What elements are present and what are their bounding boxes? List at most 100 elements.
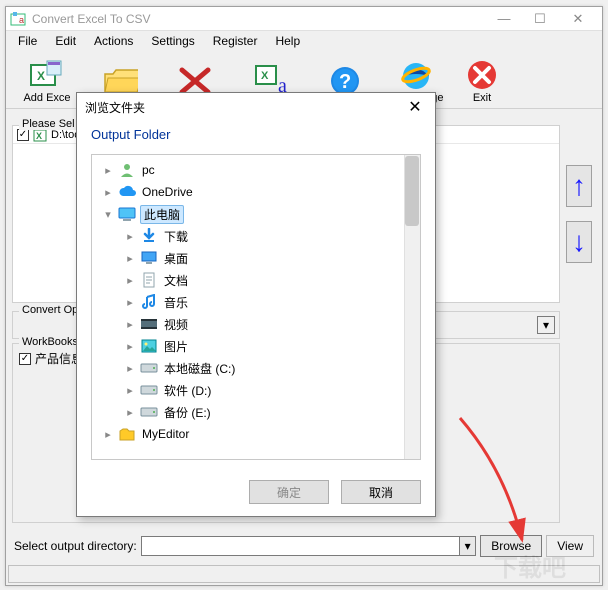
disk-icon bbox=[140, 404, 158, 420]
tree-item[interactable]: ▸ 软件 (D:) bbox=[94, 379, 418, 401]
tree-item-label: 下载 bbox=[162, 228, 190, 245]
disk-icon bbox=[140, 382, 158, 398]
folder-icon bbox=[118, 426, 136, 442]
menu-file[interactable]: File bbox=[10, 32, 45, 50]
tree-toggle-icon[interactable]: ▸ bbox=[124, 318, 136, 331]
list-row-checkbox[interactable]: ✓ bbox=[17, 129, 29, 141]
svg-text:X: X bbox=[37, 69, 45, 83]
tree-item-label: OneDrive bbox=[140, 185, 195, 199]
desktop-icon bbox=[140, 250, 158, 266]
tree-item[interactable]: ▸ 下载 bbox=[94, 225, 418, 247]
tree-toggle-icon[interactable]: ▸ bbox=[124, 274, 136, 287]
titlebar: a Convert Excel To CSV — ☐ ✕ bbox=[6, 7, 602, 31]
tree-item[interactable]: ▾ 此电脑 bbox=[94, 203, 418, 225]
tree-item[interactable]: ▸ 图片 bbox=[94, 335, 418, 357]
output-directory-combo[interactable]: ▾ bbox=[141, 536, 476, 556]
tree-toggle-icon[interactable]: ▸ bbox=[124, 384, 136, 397]
toolbar-add-excel-label: Add Exce bbox=[23, 92, 70, 104]
svg-text:?: ? bbox=[339, 71, 351, 93]
tree-toggle-icon[interactable]: ▸ bbox=[124, 230, 136, 243]
svg-text:X: X bbox=[36, 131, 42, 141]
tree-item[interactable]: ▸ pc bbox=[94, 159, 418, 181]
tree-item[interactable]: ▸ 文档 bbox=[94, 269, 418, 291]
move-down-button[interactable]: ↓ bbox=[566, 221, 592, 263]
toolbar-exit-label: Exit bbox=[473, 92, 491, 104]
dialog-heading: Output Folder bbox=[91, 127, 421, 142]
dialog-ok-button[interactable]: 确定 bbox=[249, 480, 329, 504]
exit-icon bbox=[464, 58, 500, 92]
convert-options-label: Convert Op bbox=[19, 304, 81, 316]
tree-item-label: MyEditor bbox=[140, 427, 191, 441]
tree-item-label: 图片 bbox=[162, 338, 190, 355]
window-title: Convert Excel To CSV bbox=[32, 12, 486, 26]
folder-tree: ▸ pc ▸ OneDrive ▾ 此电脑 ▸ 下载 ▸ 桌面 ▸ 文档 ▸ 音乐 ▸ 视频 ▸ 图片 ▸ 本地磁盘 … bbox=[91, 154, 421, 460]
status-bar bbox=[8, 565, 600, 583]
view-button[interactable]: View bbox=[546, 535, 594, 557]
tree-item[interactable]: ▸ MyEditor bbox=[94, 423, 418, 445]
tree-toggle-icon[interactable]: ▸ bbox=[102, 428, 114, 441]
dialog-cancel-button[interactable]: 取消 bbox=[341, 480, 421, 504]
ie-icon bbox=[398, 58, 434, 92]
tree-item-label: 视频 bbox=[162, 316, 190, 333]
toolbar-add-excel[interactable]: X Add Exce bbox=[12, 53, 82, 108]
menu-help[interactable]: Help bbox=[267, 32, 308, 50]
picture-icon bbox=[140, 338, 158, 354]
close-button[interactable]: ✕ bbox=[558, 8, 598, 30]
computer-icon bbox=[118, 206, 136, 222]
tree-item[interactable]: ▸ OneDrive bbox=[94, 181, 418, 203]
svg-text:a: a bbox=[19, 15, 24, 25]
output-row: Select output directory: ▾ Browse View bbox=[14, 535, 594, 557]
tree-item-label: 文档 bbox=[162, 272, 190, 289]
tree-item-label: 软件 (D:) bbox=[162, 382, 213, 399]
cloud-icon bbox=[118, 184, 136, 200]
menu-actions[interactable]: Actions bbox=[86, 32, 141, 50]
combo-caret-icon[interactable]: ▾ bbox=[459, 537, 475, 555]
tree-item-label: 此电脑 bbox=[140, 205, 184, 224]
menu-register[interactable]: Register bbox=[205, 32, 266, 50]
menu-settings[interactable]: Settings bbox=[143, 32, 202, 50]
download-icon bbox=[140, 228, 158, 244]
user-icon bbox=[118, 162, 136, 178]
tree-item-label: 音乐 bbox=[162, 294, 190, 311]
tree-item[interactable]: ▸ 桌面 bbox=[94, 247, 418, 269]
file-list-header: Please Sel bbox=[19, 118, 78, 130]
convert-options-dropdown[interactable]: ▾ bbox=[537, 316, 555, 334]
dialog-title: 浏览文件夹 bbox=[85, 99, 403, 116]
move-up-button[interactable]: ↑ bbox=[566, 165, 592, 207]
workbook-checkbox[interactable]: ✓ bbox=[19, 353, 31, 365]
browse-button[interactable]: Browse bbox=[480, 535, 542, 557]
tree-toggle-icon[interactable]: ▸ bbox=[124, 296, 136, 309]
tree-item-label: pc bbox=[140, 163, 157, 177]
maximize-button[interactable]: ☐ bbox=[522, 8, 558, 30]
tree-toggle-icon[interactable]: ▸ bbox=[124, 406, 136, 419]
dialog-close-button[interactable]: ✕ bbox=[403, 95, 427, 119]
tree-item[interactable]: ▸ 视频 bbox=[94, 313, 418, 335]
tree-scrollbar[interactable] bbox=[404, 155, 420, 459]
excel-icon: X bbox=[29, 58, 65, 92]
music-icon bbox=[140, 294, 158, 310]
output-directory-label: Select output directory: bbox=[14, 539, 137, 553]
doc-icon bbox=[140, 272, 158, 288]
tree-toggle-icon[interactable]: ▸ bbox=[102, 186, 114, 199]
toolbar-exit[interactable]: Exit bbox=[452, 53, 512, 108]
tree-item-label: 桌面 bbox=[162, 250, 190, 267]
tree-toggle-icon[interactable]: ▸ bbox=[124, 340, 136, 353]
tree-toggle-icon[interactable]: ▾ bbox=[102, 208, 114, 221]
tree-item[interactable]: ▸ 本地磁盘 (C:) bbox=[94, 357, 418, 379]
menubar: File Edit Actions Settings Register Help bbox=[6, 31, 602, 51]
video-icon bbox=[140, 316, 158, 332]
app-icon: a bbox=[10, 11, 26, 27]
tree-toggle-icon[interactable]: ▸ bbox=[124, 362, 136, 375]
tree-item-label: 本地磁盘 (C:) bbox=[162, 360, 237, 377]
menu-edit[interactable]: Edit bbox=[47, 32, 84, 50]
browse-folder-dialog: 浏览文件夹 ✕ Output Folder ▸ pc ▸ OneDrive ▾ 此电脑 ▸ 下… bbox=[76, 92, 436, 517]
tree-item[interactable]: ▸ 音乐 bbox=[94, 291, 418, 313]
tree-toggle-icon[interactable]: ▸ bbox=[102, 164, 114, 177]
disk-icon bbox=[140, 360, 158, 376]
tree-toggle-icon[interactable]: ▸ bbox=[124, 252, 136, 265]
workbooks-label: WorkBooks bbox=[19, 336, 81, 348]
tree-item-label: 备份 (E:) bbox=[162, 404, 213, 421]
dialog-titlebar: 浏览文件夹 ✕ bbox=[77, 93, 435, 121]
minimize-button[interactable]: — bbox=[486, 8, 522, 30]
tree-item[interactable]: ▸ 备份 (E:) bbox=[94, 401, 418, 423]
